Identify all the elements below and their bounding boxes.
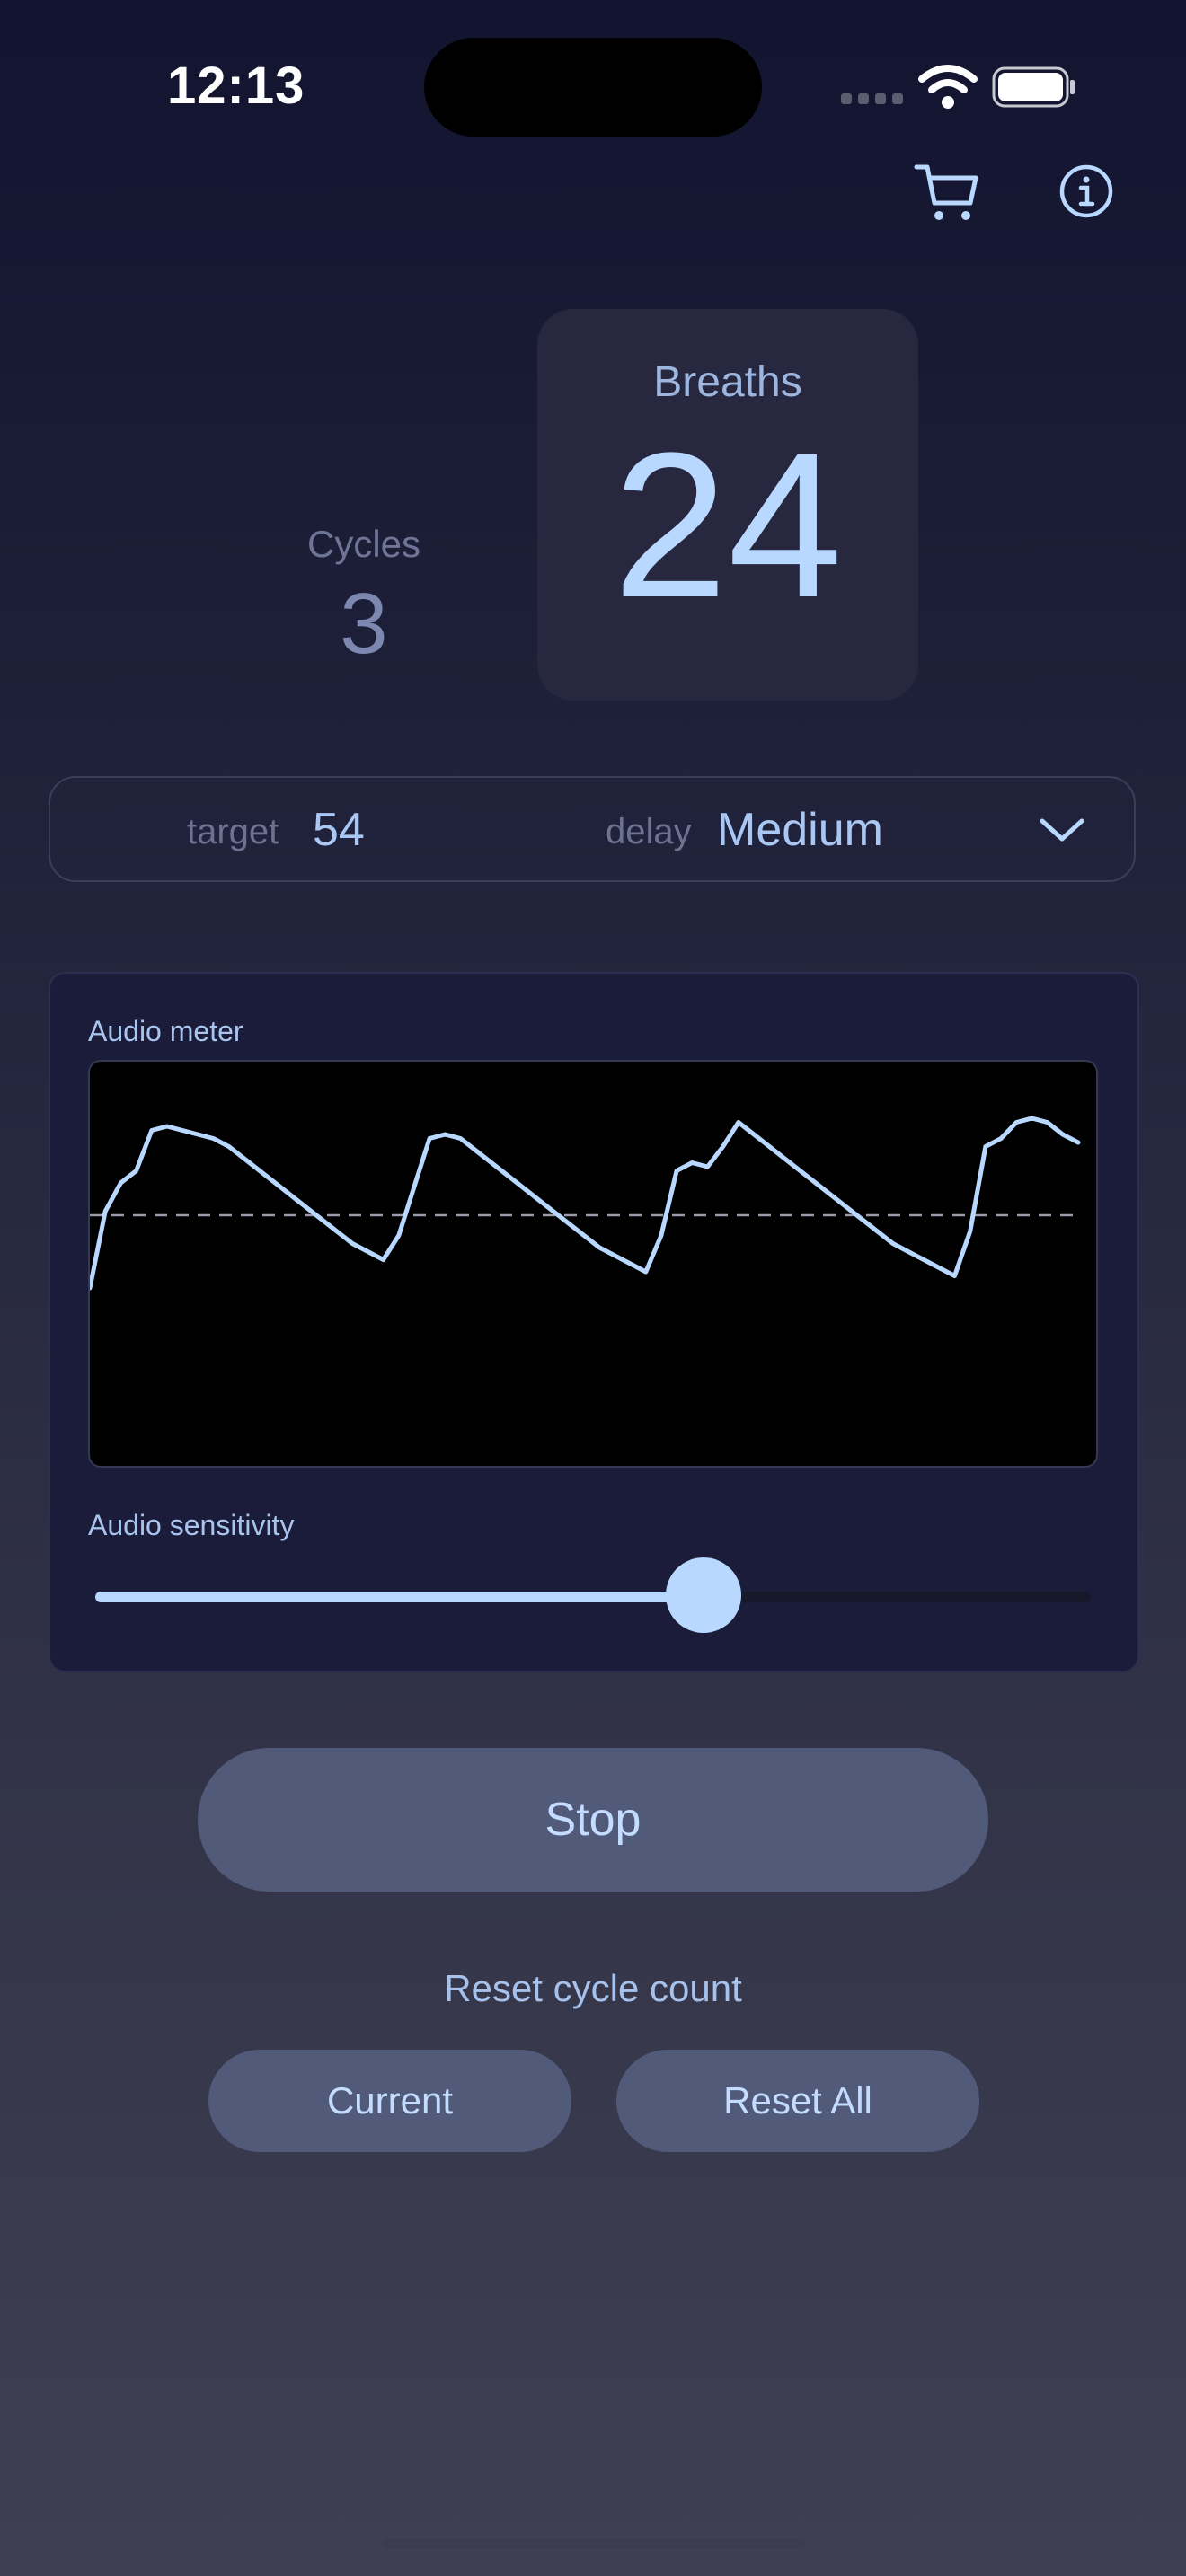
status-time: 12:13	[167, 57, 305, 115]
signal-icon	[841, 93, 903, 104]
battery-icon	[992, 66, 1075, 108]
delay-label: delay	[606, 812, 692, 851]
cart-icon[interactable]	[913, 162, 981, 225]
audio-meter-label: Audio meter	[88, 1015, 243, 1047]
sensitivity-slider-thumb[interactable]	[665, 1557, 741, 1633]
target-value: 54	[313, 804, 365, 856]
chevron-down-icon[interactable]	[1037, 810, 1087, 850]
dynamic-island	[424, 38, 762, 137]
cycles-value: 3	[340, 576, 388, 672]
reset-cycle-count-label: Reset cycle count	[444, 1967, 742, 2009]
target-label: target	[187, 812, 279, 851]
cycles-label: Cycles	[306, 523, 421, 565]
reset-current-button[interactable]: Current	[208, 2050, 571, 2152]
sensitivity-slider-fill	[95, 1592, 704, 1602]
breaths-value: 24	[613, 410, 843, 640]
audio-level-line	[90, 1116, 1081, 1291]
reset-all-button[interactable]: Reset All	[616, 2050, 979, 2152]
audio-meter-chart	[88, 1060, 1098, 1468]
breaths-label: Breaths	[653, 358, 802, 406]
wifi-icon	[918, 65, 978, 109]
info-icon[interactable]	[1058, 163, 1114, 219]
audio-sensitivity-label: Audio sensitivity	[88, 1509, 295, 1541]
home-indicator	[383, 2538, 805, 2549]
stop-button[interactable]: Stop	[198, 1748, 988, 1892]
delay-value: Medium	[717, 804, 883, 856]
audio-meter-svg	[90, 1116, 1081, 1291]
